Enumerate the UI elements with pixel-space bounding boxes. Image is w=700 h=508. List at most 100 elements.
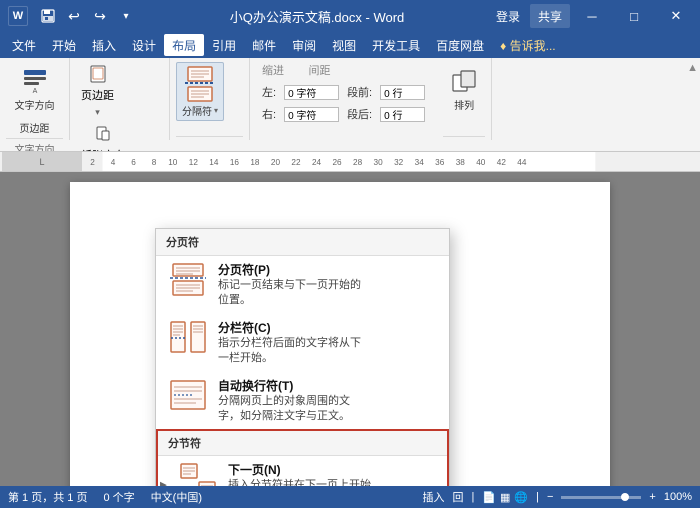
title-bar: W ↩ ↪ ▾ 小Q办公演示文稿.docx - Word 登录 共享 ─ □ ✕ <box>0 0 700 32</box>
menu-item-mailings[interactable]: 邮件 <box>244 34 284 56</box>
svg-text:10: 10 <box>168 158 178 167</box>
svg-text:14: 14 <box>209 158 219 167</box>
menu-item-developer[interactable]: 开发工具 <box>364 34 428 56</box>
document-area: 分页符 分页符(P) 标记一页结束与下一页开始的 位置。 <box>0 172 700 486</box>
dropdown-item-column-break[interactable]: 分栏符(C) 指示分栏符后面的文字将从下 一栏开始。 <box>156 314 449 372</box>
orientation-icon <box>94 125 112 143</box>
zoom-separator: | <box>536 491 539 503</box>
ribbon-group-page-setup: 页边距 ▾ 纸张方向 ▾ 纸张大小 <box>70 58 170 140</box>
svg-text:6: 6 <box>131 158 136 167</box>
spacing-after-input[interactable] <box>380 107 425 122</box>
menu-item-file[interactable]: 文件 <box>4 34 44 56</box>
web-layout-icon[interactable]: 🌐 <box>514 491 528 504</box>
zoom-in-btn[interactable]: + <box>649 491 655 503</box>
dropdown-item-text-textwrap: 自动换行符(T) 分隔网页上的对象周围的文 字，如分隔注文字与正文。 <box>218 377 350 425</box>
zoom-thumb <box>621 493 629 501</box>
text-wrap-break-icon <box>166 377 210 415</box>
next-page-section-icon <box>176 461 220 486</box>
ribbon-btn-margins[interactable]: 页边距 <box>15 117 55 138</box>
indent-left-input[interactable] <box>284 85 339 100</box>
dropdown-item-text-next-page: 下一页(N) 插入分节符并在下一页上开始 新节。 <box>228 461 371 486</box>
arrange-icon <box>448 65 480 97</box>
quick-access-toolbar: ↩ ↪ ▾ <box>32 4 142 28</box>
indent-right-input[interactable] <box>284 107 339 122</box>
view-mode-1[interactable]: 插入 <box>422 489 444 505</box>
zoom-level: 100% <box>664 491 692 503</box>
breaks-arrow: ▾ <box>214 106 218 115</box>
ribbon-group-label-text: 文字方向 <box>6 138 63 152</box>
section-break-box: 分节符 ▶ 下一页(N) <box>156 429 449 486</box>
text-direction-label: 文字方向 <box>15 97 55 112</box>
svg-text:4: 4 <box>111 158 116 167</box>
menu-item-home[interactable]: 开始 <box>44 34 84 56</box>
svg-text:26: 26 <box>333 158 343 167</box>
zoom-out-btn[interactable]: − <box>547 491 553 503</box>
login-button[interactable]: 登录 <box>488 4 528 28</box>
svg-text:20: 20 <box>271 158 281 167</box>
svg-text:A: A <box>32 88 37 95</box>
dropdown-item-page-break[interactable]: 分页符(P) 标记一页结束与下一页开始的 位置。 <box>156 256 449 314</box>
view-mode-2[interactable]: 回 <box>452 489 463 505</box>
page-info: 第 1 页，共 1 页 <box>8 489 87 505</box>
ribbon-expand-btn[interactable]: ▲ <box>687 62 698 74</box>
svg-text:44: 44 <box>517 158 527 167</box>
ribbon-btn-text-direction[interactable]: A 文字方向 <box>10 62 60 115</box>
menu-item-review[interactable]: 审阅 <box>284 34 324 56</box>
ribbon-btn-breaks[interactable]: 分隔符 ▾ <box>176 62 224 121</box>
redo-button[interactable]: ↪ <box>88 4 112 28</box>
ribbon-group-breaks: 分隔符 ▾ <box>170 58 250 140</box>
minimize-button[interactable]: ─ <box>572 0 612 32</box>
ribbon-btn-page-margins[interactable]: 页边距 ▾ <box>76 62 119 121</box>
window-title: 小Q办公演示文稿.docx - Word <box>150 7 484 26</box>
arrow-next-page: ▶ <box>160 480 167 486</box>
menu-item-baidu[interactable]: 百度网盘 <box>428 34 492 56</box>
dropdown-item-text-wrap[interactable]: 自动换行符(T) 分隔网页上的对象周围的文 字，如分隔注文字与正文。 <box>156 372 449 430</box>
menu-item-insert[interactable]: 插入 <box>84 34 124 56</box>
ruler-scale: 2 4 6 8 10 12 14 16 18 20 22 24 26 28 30… <box>82 152 698 171</box>
view-separator: | <box>471 491 474 503</box>
menu-item-layout[interactable]: 布局 <box>164 34 204 56</box>
page-break-icon <box>166 261 210 299</box>
rg-content-breaks: 分隔符 ▾ <box>176 62 224 136</box>
text-direction-icon: A <box>19 65 51 97</box>
svg-text:36: 36 <box>435 158 445 167</box>
arrange-label: 排列 <box>454 97 474 112</box>
print-layout-icon[interactable]: ▦ <box>500 491 510 504</box>
menu-item-references[interactable]: 引用 <box>204 34 244 56</box>
menu-item-design[interactable]: 设计 <box>124 34 164 56</box>
menu-item-help[interactable]: ♦ 告诉我... <box>492 34 563 56</box>
close-button[interactable]: ✕ <box>656 0 696 32</box>
page-margins-icon <box>89 65 107 83</box>
ribbon: A 文字方向 页边距 文字方向 页边距 ▾ <box>0 58 700 152</box>
svg-text:8: 8 <box>152 158 157 167</box>
ribbon-btn-orientation[interactable]: 纸张方向 ▾ <box>76 122 130 152</box>
word-count: 0 个字 <box>103 489 134 505</box>
spacing-before-input[interactable] <box>380 85 425 100</box>
ribbon-group-text-direction: A 文字方向 页边距 文字方向 <box>0 58 70 140</box>
svg-text:12: 12 <box>189 158 199 167</box>
view-mode-icons[interactable]: 📄 ▦ 🌐 <box>482 491 528 504</box>
dropdown-item-next-page[interactable]: ▶ 下一页(N) 插入分节符并在下一页上开始 新节。 <box>158 456 447 486</box>
save-button[interactable] <box>36 4 60 28</box>
read-mode-icon[interactable]: 📄 <box>482 491 496 504</box>
zoom-slider[interactable] <box>561 496 641 499</box>
share-button[interactable]: 共享 <box>530 4 570 28</box>
undo-button[interactable]: ↩ <box>62 4 86 28</box>
rg-content-text: A 文字方向 页边距 <box>10 62 60 138</box>
ribbon-group-arrange: 排列 <box>437 58 492 140</box>
more-button[interactable]: ▾ <box>114 4 138 28</box>
restore-button[interactable]: □ <box>614 0 654 32</box>
margins-label: 页边距 <box>20 120 50 135</box>
ribbon-btn-arrange[interactable]: 排列 <box>443 62 485 115</box>
dropdown-header-page-break: 分页符 <box>156 229 449 256</box>
breaks-icon <box>181 65 219 103</box>
svg-text:38: 38 <box>456 158 466 167</box>
svg-text:42: 42 <box>497 158 507 167</box>
title-bar-right: 登录 共享 ─ □ ✕ <box>484 0 700 32</box>
status-bar: 第 1 页，共 1 页 0 个字 中文(中国) 插入 回 | 📄 ▦ 🌐 | −… <box>0 486 700 508</box>
ruler-left-margin: L <box>2 152 82 171</box>
menu-item-view[interactable]: 视图 <box>324 34 364 56</box>
column-break-icon <box>166 319 210 357</box>
svg-text:16: 16 <box>230 158 240 167</box>
ribbon-group-label-arrange <box>443 136 485 140</box>
